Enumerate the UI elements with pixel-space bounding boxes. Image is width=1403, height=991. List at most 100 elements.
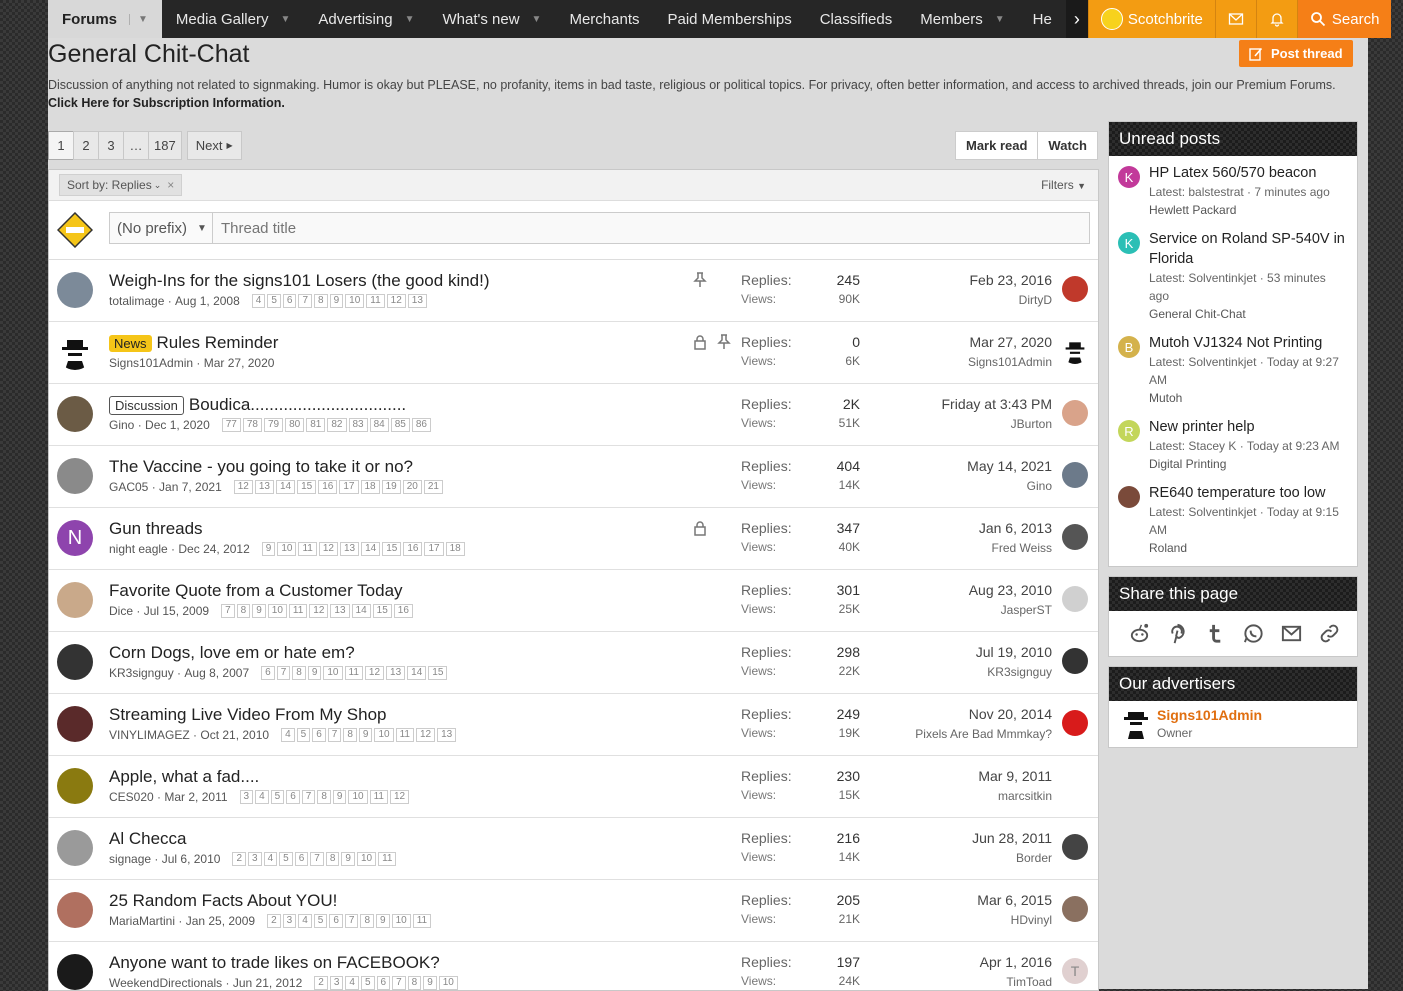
thread-page-link[interactable]: 6 xyxy=(261,666,275,680)
nav-tab-8[interactable]: He xyxy=(1019,0,1066,38)
thread-start-date[interactable]: Jan 25, 2009 xyxy=(186,914,255,928)
sort-chip[interactable]: Sort by: Replies ⌄ × xyxy=(59,174,183,196)
thread-title[interactable]: Streaming Live Video From My Shop xyxy=(109,705,386,725)
thread-page-link[interactable]: 14 xyxy=(361,542,381,556)
thread-prefix-label[interactable]: News xyxy=(109,334,152,352)
last-post-date[interactable]: Apr 1, 2016 xyxy=(980,954,1052,970)
thread-page-link[interactable]: 12 xyxy=(318,542,338,556)
author-avatar[interactable] xyxy=(57,458,93,494)
thread-page-link[interactable]: 8 xyxy=(343,728,357,742)
last-post-date[interactable]: Nov 20, 2014 xyxy=(969,706,1052,722)
thread-prefix-label[interactable]: Discussion xyxy=(109,395,184,415)
email-icon[interactable] xyxy=(1280,622,1303,645)
thread-page-link[interactable]: 81 xyxy=(306,418,326,432)
thread-page-link[interactable]: 10 xyxy=(356,852,377,866)
last-poster-avatar[interactable] xyxy=(1062,400,1088,426)
thread-page-link[interactable]: 11 xyxy=(366,294,385,308)
thread-title[interactable]: Gun threads xyxy=(109,519,203,539)
thread-page-link[interactable]: 6 xyxy=(329,914,343,928)
thread-page-link[interactable]: 4 xyxy=(255,790,269,804)
last-poster-avatar[interactable] xyxy=(1062,896,1088,922)
thread-page-link[interactable]: 20 xyxy=(402,480,422,494)
thread-page-link[interactable]: 7 xyxy=(301,790,316,804)
thread-title-text[interactable]: Anyone want to trade likes on FACEBOOK? xyxy=(109,953,440,973)
reddit-icon[interactable] xyxy=(1128,622,1151,645)
last-poster-avatar[interactable] xyxy=(1062,586,1088,612)
thread-page-link[interactable]: 5 xyxy=(360,976,375,990)
thread-title[interactable]: Anyone want to trade likes on FACEBOOK? xyxy=(109,953,440,973)
thread-author[interactable]: MariaMartini xyxy=(109,914,175,928)
thread-title-text[interactable]: Gun threads xyxy=(109,519,203,539)
thread-page-link[interactable]: 7 xyxy=(310,852,324,866)
thread-page-link[interactable]: 10 xyxy=(323,666,343,680)
last-post-date[interactable]: Jul 19, 2010 xyxy=(976,644,1052,660)
thread-page-link[interactable]: 13 xyxy=(330,604,350,618)
last-post-date[interactable]: Feb 23, 2016 xyxy=(969,272,1052,288)
thread-page-link[interactable]: 13 xyxy=(386,666,406,680)
unread-author-avatar[interactable]: K xyxy=(1118,166,1140,188)
pinterest-icon[interactable] xyxy=(1166,622,1189,645)
last-post-date[interactable]: Mar 27, 2020 xyxy=(970,334,1053,350)
unread-post-title[interactable]: New printer help xyxy=(1149,417,1349,437)
thread-page-link[interactable]: 8 xyxy=(407,976,422,990)
thread-title-text[interactable]: Boudica................................. xyxy=(189,395,406,415)
thread-page-link[interactable]: 2 xyxy=(232,852,246,866)
mark-read-button[interactable]: Mark read xyxy=(955,131,1039,160)
unread-author-avatar[interactable]: B xyxy=(1118,336,1140,358)
thread-page-link[interactable]: 11 xyxy=(395,728,414,742)
last-post-user[interactable]: HDvinyl xyxy=(1011,913,1052,927)
thread-page-link[interactable]: 17 xyxy=(424,542,444,556)
thread-start-date[interactable]: Mar 27, 2020 xyxy=(204,356,275,370)
thread-page-link[interactable]: 15 xyxy=(382,542,402,556)
author-avatar[interactable] xyxy=(57,396,93,432)
thread-author[interactable]: VINYLIMAGEZ xyxy=(109,728,190,742)
thread-page-link[interactable]: 4 xyxy=(298,914,312,928)
thread-author[interactable]: KR3signguy xyxy=(109,666,174,680)
inbox-button[interactable] xyxy=(1214,0,1256,38)
thread-page-link[interactable]: 78 xyxy=(242,418,262,432)
thread-page-link[interactable]: 11 xyxy=(412,914,432,928)
thread-title[interactable]: Apple, what a fad.... xyxy=(109,767,259,787)
author-avatar[interactable] xyxy=(57,272,93,308)
thread-page-link[interactable]: 11 xyxy=(378,852,397,866)
thread-page-link[interactable]: 84 xyxy=(369,418,389,432)
thread-page-link[interactable]: 85 xyxy=(390,418,410,432)
unread-post-title[interactable]: HP Latex 560/570 beacon xyxy=(1149,163,1349,183)
thread-title[interactable]: The Vaccine - you going to take it or no… xyxy=(109,457,413,477)
thread-title-text[interactable]: Weigh-Ins for the signs101 Losers (the g… xyxy=(109,271,490,291)
thread-page-link[interactable]: 10 xyxy=(345,294,365,308)
author-avatar[interactable] xyxy=(57,830,93,866)
thread-title[interactable]: Weigh-Ins for the signs101 Losers (the g… xyxy=(109,271,490,291)
thread-page-link[interactable]: 3 xyxy=(329,976,344,990)
thread-page-link[interactable]: 13 xyxy=(254,480,274,494)
last-poster-avatar[interactable] xyxy=(1062,462,1088,488)
thread-page-link[interactable]: 7 xyxy=(327,728,342,742)
nav-tab-2[interactable]: Advertising ▼ xyxy=(304,0,428,38)
thread-page-link[interactable]: 19 xyxy=(381,480,401,494)
thread-page-link[interactable]: 3 xyxy=(248,852,262,866)
thread-title-text[interactable]: Streaming Live Video From My Shop xyxy=(109,705,386,725)
thread-page-link[interactable]: 9 xyxy=(376,914,390,928)
last-post-date[interactable]: Jan 6, 2013 xyxy=(979,520,1052,536)
unread-post-forum[interactable]: General Chit-Chat xyxy=(1149,305,1349,323)
last-poster-avatar[interactable] xyxy=(1062,648,1088,674)
chevron-down-icon[interactable]: ▼ xyxy=(405,14,415,25)
chevron-down-icon[interactable]: ▼ xyxy=(995,14,1005,25)
thread-page-link[interactable]: 2 xyxy=(314,976,328,990)
unread-author-avatar[interactable]: K xyxy=(1118,232,1140,254)
thread-page-link[interactable]: 13 xyxy=(407,294,427,308)
author-avatar[interactable] xyxy=(57,582,93,618)
thread-page-link[interactable]: 82 xyxy=(327,418,347,432)
thread-page-link[interactable]: 83 xyxy=(348,418,368,432)
thread-page-link[interactable]: 14 xyxy=(276,480,296,494)
thread-page-link[interactable]: 11 xyxy=(344,666,363,680)
last-poster-avatar[interactable] xyxy=(1062,524,1088,550)
author-avatar[interactable] xyxy=(57,334,93,370)
last-post-date[interactable]: Mar 9, 2011 xyxy=(978,768,1052,784)
thread-page-link[interactable]: 16 xyxy=(318,480,338,494)
nav-tab-7[interactable]: Members ▼ xyxy=(906,0,1018,38)
thread-page-link[interactable]: 77 xyxy=(221,418,241,432)
thread-title-text[interactable]: 25 Random Facts About YOU! xyxy=(109,891,337,911)
thread-author[interactable]: night eagle xyxy=(109,542,168,556)
last-post-date[interactable]: Aug 23, 2010 xyxy=(969,582,1052,598)
